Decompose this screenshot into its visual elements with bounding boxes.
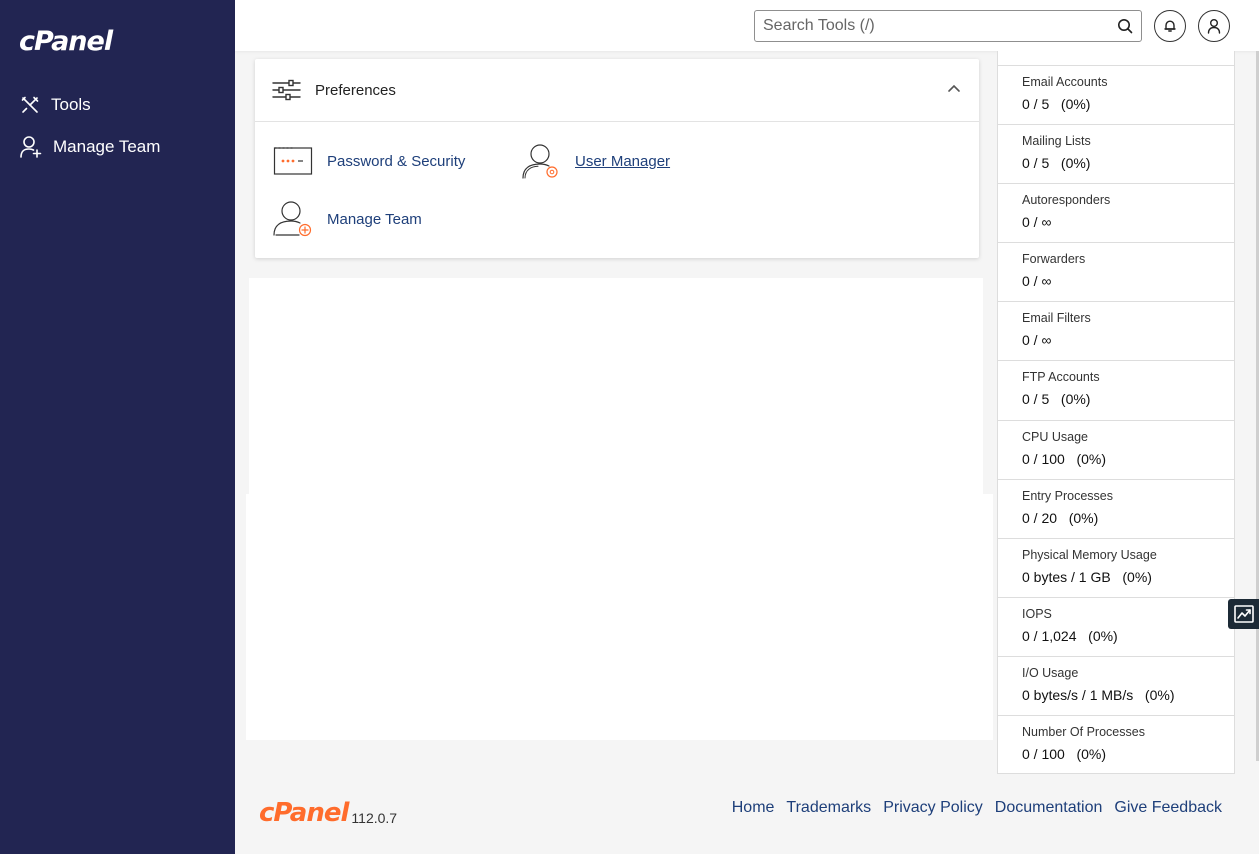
sidebar-item-manage-team[interactable]: Manage Team xyxy=(0,126,235,168)
stat-cpu-usage: CPU Usage 0 / 100 (0%) xyxy=(998,419,1234,479)
stat-label: I/O Usage xyxy=(1022,665,1079,680)
chart-trend-icon xyxy=(1233,605,1254,623)
stat-physical-memory: Physical Memory Usage 0 bytes / 1 GB (0%) xyxy=(998,537,1234,597)
stat-label: CPU Usage xyxy=(1022,429,1088,444)
search-icon[interactable] xyxy=(1117,18,1133,34)
stat-email-accounts: Email Accounts 0 / 5 (0%) xyxy=(998,65,1234,124)
tool-manage-team[interactable]: Manage Team xyxy=(273,199,422,239)
footer-link-privacy-policy[interactable]: Privacy Policy xyxy=(883,799,983,817)
sidebar-item-label: Tools xyxy=(51,95,91,114)
stat-label: Email Filters xyxy=(1022,311,1091,326)
sidebar-nav: Tools Manage Team xyxy=(0,84,235,168)
stat-iops: IOPS 0 / 1,024 (0%) xyxy=(998,596,1234,656)
search-input[interactable] xyxy=(763,17,1117,35)
sidebar-item-tools[interactable]: Tools xyxy=(0,84,235,126)
tool-label: User Manager xyxy=(575,152,671,170)
stat-label: Mailing Lists xyxy=(1022,134,1091,149)
stat-label: IOPS xyxy=(1022,606,1052,621)
preferences-header[interactable]: Preferences xyxy=(255,59,979,122)
sidebar: cPanel Tools Manage Team xyxy=(0,0,235,854)
notifications-button[interactable] xyxy=(1154,10,1186,42)
stat-label: Autoresponders xyxy=(1022,193,1111,208)
stat-io-usage: I/O Usage 0 bytes/s / 1 MB/s (0%) xyxy=(998,655,1234,715)
stat-number-of-processes: Number Of Processes 0 / 100 (0%) xyxy=(998,715,1234,774)
preferences-panel: Preferences Password & Security User Man… xyxy=(255,59,979,258)
cpanel-logo[interactable]: cPanel xyxy=(19,26,113,57)
stat-value: 0 / 5 (0%) xyxy=(1022,96,1091,112)
stat-entry-processes: Entry Processes 0 / 20 (0%) xyxy=(998,478,1234,538)
bell-icon xyxy=(1164,20,1176,32)
footer-logo[interactable]: cPanel xyxy=(259,799,349,827)
tools-icon xyxy=(21,96,39,113)
stat-mailing-lists: Mailing Lists 0 / 5 (0%) xyxy=(998,124,1234,183)
stat-email-filters: Email Filters 0 / ∞ xyxy=(998,301,1234,360)
stat-label: Entry Processes xyxy=(1022,488,1114,503)
preferences-title: Preferences xyxy=(315,81,396,99)
tool-label: Manage Team xyxy=(327,210,422,228)
stat-value: 0 bytes / 1 GB (0%) xyxy=(1022,568,1152,585)
footer-link-home[interactable]: Home xyxy=(732,799,775,817)
stat-value: 0 / 100 (0%) xyxy=(1022,450,1107,467)
tool-user-manager[interactable]: User Manager xyxy=(521,141,670,181)
stat-value: 0 / ∞ xyxy=(1022,332,1052,349)
tool-password-security[interactable]: Password & Security xyxy=(273,141,465,181)
sidebar-item-label: Manage Team xyxy=(53,137,161,156)
user-manager-icon xyxy=(522,144,558,179)
manage-team-icon xyxy=(273,201,312,237)
chevron-up-icon[interactable] xyxy=(947,83,961,93)
stat-label: Forwarders xyxy=(1022,252,1086,267)
footer-link-give-feedback[interactable]: Give Feedback xyxy=(1114,799,1222,817)
content-placeholder xyxy=(246,494,993,740)
user-menu-button[interactable] xyxy=(1198,10,1230,42)
stat-ftp-accounts: FTP Accounts 0 / 5 (0%) xyxy=(998,360,1234,419)
stat-value: 0 / 100 (0%) xyxy=(1022,746,1107,763)
footer-brand: cPanel 112.0.7 xyxy=(259,799,397,827)
user-add-icon xyxy=(20,136,42,158)
stat-label: Number Of Processes xyxy=(1022,725,1145,740)
stat-value: 0 / 5 (0%) xyxy=(1022,155,1091,172)
footer-links: Home Trademarks Privacy Policy Documenta… xyxy=(732,799,1222,817)
search-box xyxy=(754,10,1142,42)
stats-toggle-button[interactable] xyxy=(1228,599,1259,629)
stat-label: FTP Accounts xyxy=(1022,370,1100,385)
stat-autoresponders: Autoresponders 0 / ∞ xyxy=(998,183,1234,242)
version-label: 112.0.7 xyxy=(351,810,398,826)
password-icon xyxy=(273,147,313,175)
stat-value: 0 / 5 (0%) xyxy=(1022,391,1091,408)
stat-value: 0 bytes/s / 1 MB/s (0%) xyxy=(1022,686,1175,703)
stat-value: 0 / ∞ xyxy=(1022,214,1052,231)
tool-label: Password & Security xyxy=(327,152,466,170)
stat-label: Email Accounts xyxy=(1022,75,1108,89)
sliders-icon xyxy=(272,79,301,101)
footer-link-trademarks[interactable]: Trademarks xyxy=(786,799,871,817)
user-icon xyxy=(1207,19,1221,34)
footer-link-documentation[interactable]: Documentation xyxy=(995,799,1103,817)
stat-value: 0 / 1,024 (0%) xyxy=(1022,627,1118,644)
stat-label: Physical Memory Usage xyxy=(1022,547,1157,562)
top-header xyxy=(235,0,1259,51)
content-placeholder xyxy=(249,278,983,496)
statistics-panel: Email Accounts 0 / 5 (0%) Mailing Lists 0 … xyxy=(997,51,1235,774)
stat-value: 0 / ∞ xyxy=(1022,273,1052,290)
stat-forwarders: Forwarders 0 / ∞ xyxy=(998,242,1234,301)
stat-value: 0 / 20 (0%) xyxy=(1022,509,1099,526)
